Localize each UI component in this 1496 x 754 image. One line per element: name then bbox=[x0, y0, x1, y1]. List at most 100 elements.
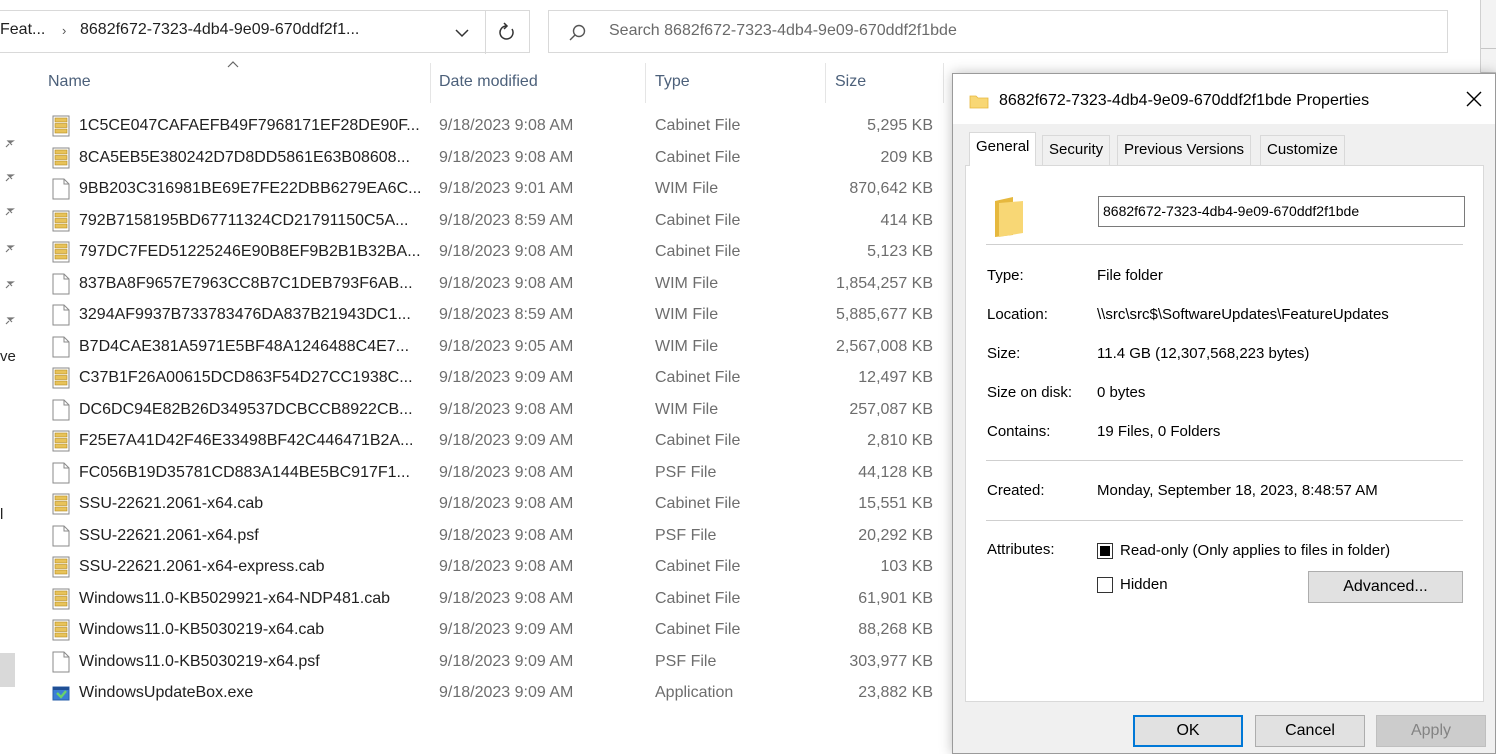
file-date: 9/18/2023 9:08 AM bbox=[439, 495, 574, 512]
file-date: 9/18/2023 9:08 AM bbox=[439, 148, 574, 166]
tab-customize[interactable]: Customize bbox=[1260, 135, 1345, 165]
column-divider[interactable] bbox=[825, 63, 826, 103]
breadcrumb-current[interactable]: 8682f672-7323-4db4-9e09-670ddf2f1... bbox=[80, 21, 359, 39]
cabinet-file-icon bbox=[52, 367, 70, 389]
refresh-icon[interactable] bbox=[492, 19, 522, 45]
address-bar[interactable]: Feat... › 8682f672-7323-4db4-9e09-670ddf… bbox=[0, 10, 530, 54]
address-divider bbox=[485, 11, 486, 54]
file-name[interactable]: WindowsUpdateBox.exe bbox=[79, 684, 253, 702]
file-name[interactable]: Windows11.0-KB5030219-x64.cab bbox=[79, 621, 324, 639]
cancel-button[interactable]: Cancel bbox=[1255, 715, 1365, 747]
file-row[interactable]: 8CA5EB5E380242D7D8DD5861E63B08608... 9/18… bbox=[0, 143, 950, 175]
file-name[interactable]: B7D4CAE381A5971E5BF48A1246488C4E7... bbox=[79, 338, 409, 356]
file-row[interactable]: SSU-22621.2061-x64.cab 9/18/2023 9:08 AM C… bbox=[0, 489, 950, 521]
file-row[interactable]: C37B1F26A00615DCD863F54D27CC1938C... 9/18… bbox=[0, 363, 950, 395]
file-size: 5,295 KB bbox=[867, 117, 933, 134]
tab-security[interactable]: Security bbox=[1042, 135, 1111, 165]
file-name[interactable]: 1C5CE047CAFAEFB49F7968171EF28DE90F... bbox=[79, 117, 420, 135]
folder-icon bbox=[995, 197, 1023, 237]
column-header-name[interactable]: Name bbox=[48, 73, 91, 91]
column-header-date[interactable]: Date modified bbox=[439, 73, 538, 91]
file-name[interactable]: 8CA5EB5E380242D7D8DD5861E63B08608... bbox=[79, 149, 410, 167]
file-row[interactable]: 797DC7FED51225246E90B8EF9B2B1B32BA... 9/1… bbox=[0, 237, 950, 269]
breadcrumb-parent[interactable]: Feat... bbox=[0, 21, 45, 39]
file-row[interactable]: 9BB203C316981BE69E7FE22DBB6279EA6C... 9/1… bbox=[0, 174, 950, 206]
column-divider[interactable] bbox=[943, 63, 944, 103]
file-date: 9/18/2023 9:09 AM bbox=[439, 684, 574, 701]
file-name[interactable]: 3294AF9937B733783476DA837B21943DC1... bbox=[79, 306, 411, 324]
file-name[interactable]: Windows11.0-KB5029921-x64-NDP481.cab bbox=[79, 590, 390, 608]
contains-value: 19 Files, 0 Folders bbox=[1097, 423, 1221, 440]
folder-name-field[interactable]: 8682f672-7323-4db4-9e09-670ddf2f1bde bbox=[1098, 196, 1465, 227]
column-header-type[interactable]: Type bbox=[655, 73, 690, 91]
file-row[interactable]: F25E7A41D42F46E33498BF42C446471B2A... 9/1… bbox=[0, 426, 950, 458]
file-name[interactable]: 837BA8F9657E7963CC8B7C1DEB793F6AB... bbox=[79, 275, 413, 293]
file-name[interactable]: SSU-22621.2061-x64.cab bbox=[79, 495, 263, 513]
file-row[interactable]: WindowsUpdateBox.exe 9/18/2023 9:09 AM App… bbox=[0, 678, 950, 710]
file-name[interactable]: C37B1F26A00615DCD863F54D27CC1938C... bbox=[79, 369, 413, 387]
file-size: 257,087 KB bbox=[849, 400, 933, 418]
ok-button[interactable]: OK bbox=[1133, 715, 1243, 747]
file-date: 9/18/2023 9:08 AM bbox=[439, 558, 574, 575]
blank-file-icon bbox=[52, 273, 70, 295]
file-type: Application bbox=[655, 684, 734, 701]
file-size: 15,551 KB bbox=[858, 495, 933, 512]
search-input[interactable]: Search 8682f672-7323-4db4-9e09-670ddf2f1… bbox=[548, 10, 1448, 53]
file-row[interactable]: 792B7158195BD67711324CD21791150C5A... 9/1… bbox=[0, 206, 950, 238]
file-row[interactable]: SSU-22621.2061-x64.psf 9/18/2023 9:08 AM P… bbox=[0, 521, 950, 553]
file-name[interactable]: F25E7A41D42F46E33498BF42C446471B2A... bbox=[79, 432, 413, 450]
file-row[interactable]: DC6DC94E82B26D349537DCBCCB8922CB... 9/18/… bbox=[0, 395, 950, 427]
column-divider[interactable] bbox=[430, 63, 431, 103]
blank-file-icon bbox=[52, 399, 70, 421]
read-only-checkbox[interactable] bbox=[1097, 543, 1113, 559]
file-row[interactable]: 3294AF9937B733783476DA837B21943DC1... 9/1… bbox=[0, 300, 950, 332]
chevron-down-icon[interactable] bbox=[447, 21, 477, 45]
created-value: Monday, September 18, 2023, 8:48:57 AM bbox=[1097, 482, 1378, 499]
read-only-label[interactable]: Read-only (Only applies to files in fold… bbox=[1120, 542, 1390, 559]
file-date: 9/18/2023 9:08 AM bbox=[439, 274, 574, 292]
file-name[interactable]: Windows11.0-KB5030219-x64.psf bbox=[79, 653, 320, 671]
file-row[interactable]: Windows11.0-KB5030219-x64.psf 9/18/2023 9… bbox=[0, 647, 950, 679]
file-row[interactable]: SSU-22621.2061-x64-express.cab 9/18/2023 … bbox=[0, 552, 950, 584]
file-name[interactable]: 9BB203C316981BE69E7FE22DBB6279EA6C... bbox=[79, 180, 421, 198]
tab-previous-versions[interactable]: Previous Versions bbox=[1117, 135, 1252, 165]
file-row[interactable]: Windows11.0-KB5029921-x64-NDP481.cab 9/18… bbox=[0, 584, 950, 616]
file-row[interactable]: 837BA8F9657E7963CC8B7C1DEB793F6AB... 9/18… bbox=[0, 269, 950, 301]
tab-general[interactable]: General bbox=[969, 132, 1037, 166]
hidden-label[interactable]: Hidden bbox=[1120, 576, 1168, 593]
file-type: Cabinet File bbox=[655, 432, 741, 449]
file-date: 9/18/2023 9:09 AM bbox=[439, 369, 574, 386]
file-date: 9/18/2023 9:08 AM bbox=[439, 243, 574, 260]
file-size: 209 KB bbox=[880, 148, 933, 166]
folder-icon bbox=[969, 95, 989, 109]
column-divider[interactable] bbox=[645, 63, 646, 103]
apply-button[interactable]: Apply bbox=[1376, 715, 1486, 747]
column-header-size[interactable]: Size bbox=[835, 73, 866, 91]
file-row[interactable]: B7D4CAE381A5971E5BF48A1246488C4E7... 9/18… bbox=[0, 332, 950, 364]
file-size: 20,292 KB bbox=[858, 526, 933, 544]
file-type: PSF File bbox=[655, 652, 717, 670]
file-type: WIM File bbox=[655, 337, 719, 355]
cabinet-file-icon bbox=[52, 147, 70, 169]
file-row[interactable]: Windows11.0-KB5030219-x64.cab 9/18/2023 9… bbox=[0, 615, 950, 647]
separator bbox=[986, 244, 1463, 245]
cabinet-file-icon bbox=[52, 115, 70, 137]
file-date: 9/18/2023 9:08 AM bbox=[439, 463, 574, 481]
file-row[interactable]: FC056B19D35781CD883A144BE5BC917F1... 9/18… bbox=[0, 458, 950, 490]
file-name[interactable]: SSU-22621.2061-x64-express.cab bbox=[79, 558, 324, 576]
file-name[interactable]: 792B7158195BD67711324CD21791150C5A... bbox=[79, 212, 408, 230]
file-name[interactable]: 797DC7FED51225246E90B8EF9B2B1B32BA... bbox=[79, 243, 421, 261]
breadcrumb-chevron-icon[interactable]: › bbox=[62, 23, 66, 38]
file-row[interactable]: 1C5CE047CAFAEFB49F7968171EF28DE90F... 9/1… bbox=[0, 111, 950, 143]
file-name[interactable]: DC6DC94E82B26D349537DCBCCB8922CB... bbox=[79, 401, 413, 419]
file-date: 9/18/2023 8:59 AM bbox=[439, 211, 574, 229]
attributes-label: Attributes: bbox=[987, 541, 1055, 558]
sort-ascending-icon bbox=[227, 61, 239, 68]
advanced-button[interactable]: Advanced... bbox=[1308, 571, 1463, 603]
file-name[interactable]: FC056B19D35781CD883A144BE5BC917F1... bbox=[79, 464, 410, 482]
close-icon[interactable] bbox=[1461, 86, 1487, 112]
file-name[interactable]: SSU-22621.2061-x64.psf bbox=[79, 527, 259, 545]
hidden-checkbox[interactable] bbox=[1097, 577, 1113, 593]
cabinet-file-icon bbox=[52, 493, 70, 515]
file-size: 44,128 KB bbox=[858, 463, 933, 481]
